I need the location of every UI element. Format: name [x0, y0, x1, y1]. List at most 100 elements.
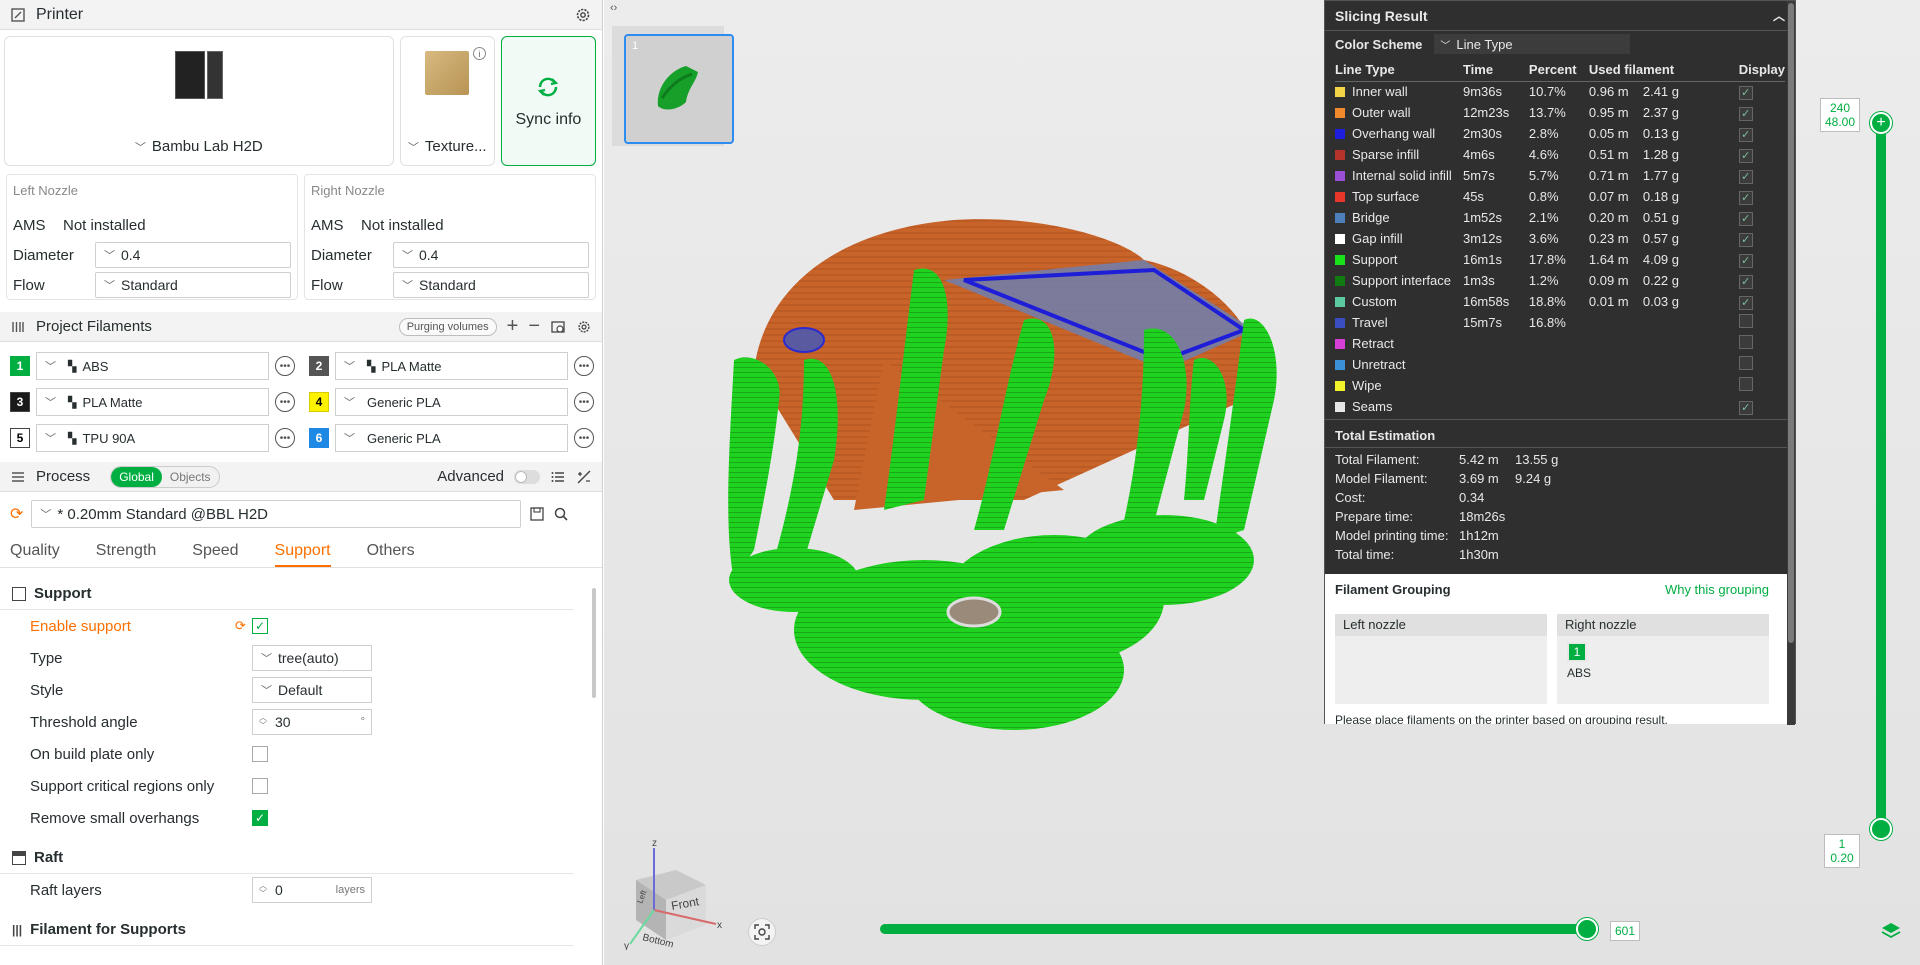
display-checkbox[interactable]: ✓ [1738, 106, 1753, 121]
layer-slider-top-handle[interactable]: + [1870, 112, 1892, 134]
left-flow-select[interactable]: ﹀ Standard [95, 272, 291, 298]
filament-number[interactable]: 6 [309, 428, 329, 448]
tab-speed[interactable]: Speed [192, 536, 238, 567]
display-checkbox[interactable]: ✓ [1738, 295, 1753, 310]
sync-info-button[interactable]: Sync info [500, 36, 596, 166]
display-checkbox[interactable] [1738, 356, 1753, 370]
type-select[interactable]: ﹀ tree(auto) [252, 645, 372, 671]
ams-value: Not installed [361, 216, 444, 234]
support-section-title: Support [34, 585, 92, 602]
display-checkbox[interactable]: ✓ [1738, 148, 1753, 163]
filament-select[interactable]: ﹀ ▚ TPU 90A [36, 424, 269, 452]
raft-layers-input[interactable]: ︿ ﹀ 0 layers [252, 877, 372, 903]
plate-thumbnail[interactable]: 1 [624, 34, 734, 144]
3d-viewport[interactable]: ‹› 1 Front Bottom Left z x y 601 240 48.… [604, 0, 1920, 965]
right-flow-select[interactable]: ﹀ Standard [393, 272, 589, 298]
display-checkbox[interactable]: ✓ [1738, 274, 1753, 289]
more-options-icon[interactable]: ••• [275, 428, 295, 448]
gear-icon[interactable] [574, 6, 592, 24]
layer-slider-bottom-handle[interactable] [1870, 818, 1892, 840]
layers-icon[interactable] [1880, 920, 1902, 945]
list-icon[interactable] [550, 469, 566, 485]
move-slider-handle[interactable] [1576, 918, 1598, 940]
filament-number[interactable]: 5 [10, 428, 30, 448]
spinner-arrows-icon[interactable]: ︿ ﹀ [259, 714, 267, 730]
line-type-table: Line Type Time Percent Used filament Dis… [1335, 59, 1785, 417]
layer-slider[interactable]: + [1870, 112, 1892, 840]
chevron-down-icon: ﹀ [261, 653, 272, 665]
reset-icon[interactable]: ⟳ [10, 504, 23, 524]
more-options-icon[interactable]: ••• [275, 356, 295, 376]
compare-icon[interactable] [576, 469, 592, 485]
filament-select[interactable]: ﹀ ▚ PLA Matte [335, 352, 568, 380]
objects-tab[interactable]: Objects [162, 467, 219, 487]
display-checkbox[interactable]: ✓ [1738, 85, 1753, 100]
spinner-arrows-icon[interactable]: ︿ ﹀ [259, 882, 267, 898]
color-scheme-select[interactable]: ﹀ Line Type [1434, 34, 1631, 54]
display-checkbox[interactable] [1738, 314, 1753, 328]
tab-others[interactable]: Others [367, 536, 415, 567]
search-icon[interactable] [553, 506, 569, 522]
save-icon[interactable] [529, 506, 545, 522]
filament-number[interactable]: 1 [10, 356, 30, 376]
display-checkbox[interactable]: ✓ [1738, 211, 1753, 226]
tab-support[interactable]: Support [274, 536, 331, 567]
filament-number[interactable]: 3 [10, 392, 30, 412]
slicing-panel-scrollbar[interactable] [1787, 1, 1795, 725]
purging-volumes-button[interactable]: Purging volumes [398, 317, 497, 336]
info-icon[interactable]: i [472, 47, 486, 60]
right-nozzle-title: Right Nozzle [311, 183, 385, 198]
display-checkbox[interactable]: ✓ [1738, 400, 1753, 415]
more-options-icon[interactable]: ••• [574, 428, 594, 448]
filament-select[interactable]: ﹀ ▚ ABS [36, 352, 269, 380]
remove-overhangs-checkbox[interactable]: ✓ [252, 810, 268, 826]
display-checkbox[interactable] [1738, 377, 1753, 391]
printer-select-card[interactable]: ﹀ Bambu Lab H2D [4, 36, 394, 166]
tab-quality[interactable]: Quality [10, 536, 60, 567]
right-diameter-select[interactable]: ﹀ 0.4 [393, 242, 589, 268]
line-type-time: 12m23s [1462, 105, 1510, 120]
line-type-row: Outer wall 12m23s 13.7% 0.95 m 2.37 g ✓ [1335, 102, 1785, 123]
more-options-icon[interactable]: ••• [574, 356, 594, 376]
style-select[interactable]: ﹀ Default [252, 677, 372, 703]
build-plate-only-checkbox[interactable] [252, 746, 268, 762]
filament-number[interactable]: 2 [309, 356, 329, 376]
display-checkbox[interactable]: ✓ [1738, 127, 1753, 142]
more-options-icon[interactable]: ••• [574, 392, 594, 412]
line-type-display-cell [1738, 312, 1785, 333]
process-preset-select[interactable]: ﹀ * 0.20mm Standard @BBL H2D [31, 500, 522, 528]
filament-select[interactable]: ﹀ Generic PLA [335, 388, 568, 416]
filament-select[interactable]: ﹀ Generic PLA [335, 424, 568, 452]
view-navigation-cube[interactable]: Front Bottom Left z x y [616, 840, 726, 950]
display-checkbox[interactable] [1738, 335, 1753, 349]
why-this-grouping-link[interactable]: Why this grouping [1665, 582, 1769, 597]
more-options-icon[interactable]: ••• [275, 392, 295, 412]
line-type-name-cell: Gap infill [1335, 228, 1463, 249]
gear-icon[interactable] [576, 319, 592, 335]
collapse-icon[interactable]: ︿ [1773, 7, 1785, 24]
plate-select-card[interactable]: i ﹀ Texture... [399, 36, 495, 166]
threshold-input[interactable]: ︿ ﹀ 30 ° [252, 709, 372, 735]
sync-filaments-icon[interactable] [550, 319, 566, 335]
fit-view-icon[interactable] [748, 918, 776, 946]
collapse-sidebar-icon[interactable]: ‹› [610, 2, 617, 14]
display-checkbox[interactable]: ✓ [1738, 232, 1753, 247]
reset-icon[interactable]: ⟳ [235, 618, 252, 634]
left-diameter-select[interactable]: ﹀ 0.4 [95, 242, 291, 268]
filament-number[interactable]: 4 [309, 392, 329, 412]
display-checkbox[interactable]: ✓ [1738, 190, 1753, 205]
display-checkbox[interactable]: ✓ [1738, 253, 1753, 268]
settings-scrollbar[interactable] [592, 588, 596, 698]
enable-support-checkbox[interactable]: ✓ [252, 618, 268, 634]
critical-regions-checkbox[interactable] [252, 778, 268, 794]
add-icon[interactable]: + [507, 315, 519, 338]
remove-icon[interactable]: − [528, 315, 540, 338]
line-type-time: 1m52s [1462, 210, 1502, 225]
display-checkbox[interactable]: ✓ [1738, 169, 1753, 184]
advanced-toggle[interactable] [514, 469, 540, 484]
filament-select[interactable]: ﹀ ▚ PLA Matte [36, 388, 269, 416]
tab-strength[interactable]: Strength [96, 536, 156, 567]
move-slider[interactable] [880, 918, 1598, 940]
right-nozzle-group-label: Right nozzle [1557, 614, 1769, 636]
global-tab[interactable]: Global [111, 466, 162, 487]
